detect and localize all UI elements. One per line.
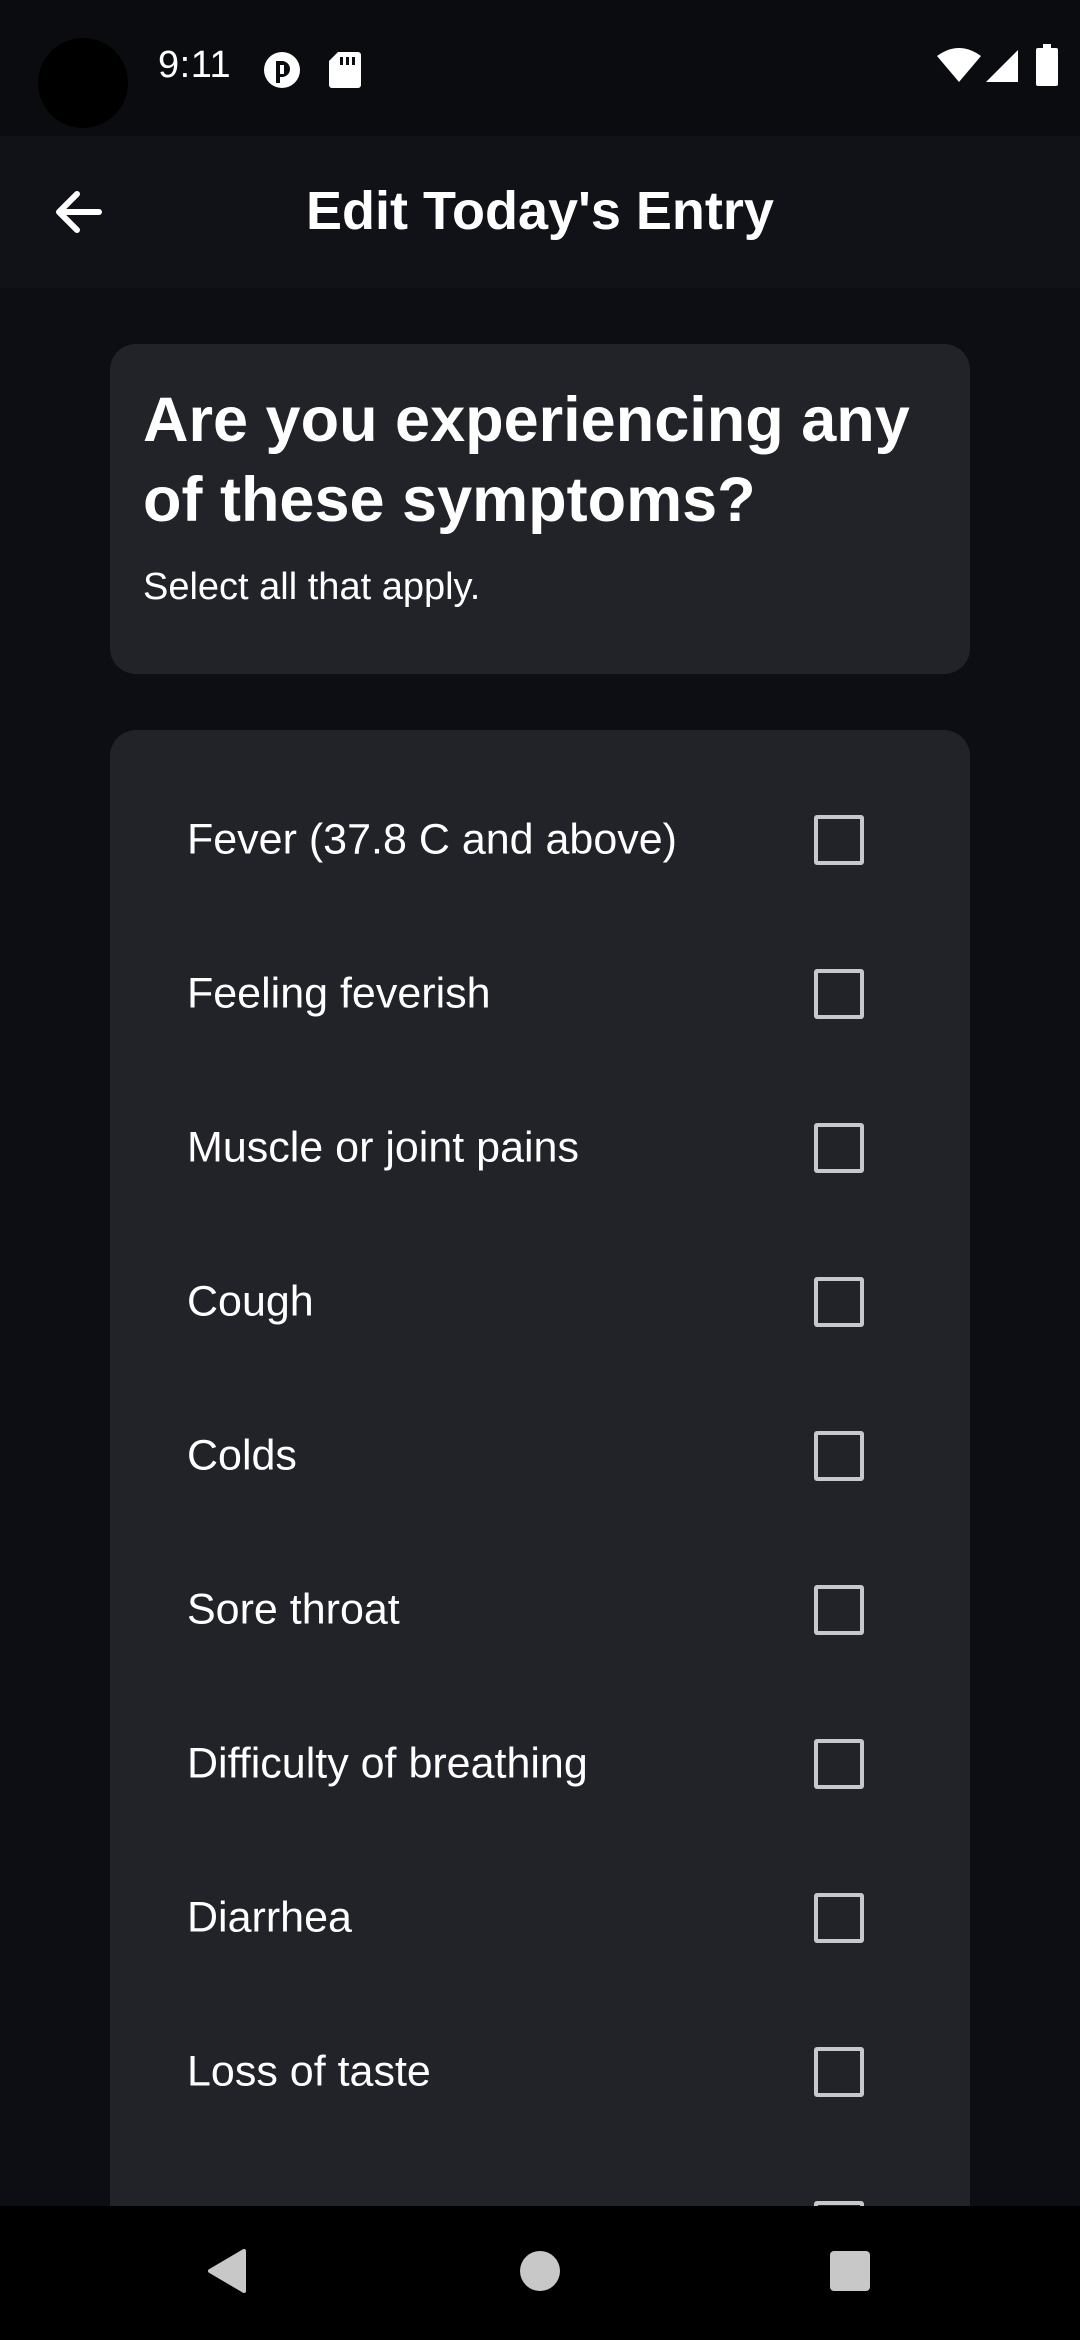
symptom-row-cough[interactable]: Cough — [110, 1225, 970, 1379]
symptom-row-colds[interactable]: Colds — [110, 1379, 970, 1533]
signal-icon — [984, 48, 1020, 89]
symptom-label: Sore throat — [187, 1585, 400, 1634]
symptom-label: Fever (37.8 C and above) — [187, 815, 677, 864]
symptom-row-loss-of-taste[interactable]: Loss of taste — [110, 1995, 970, 2149]
nav-back-button[interactable] — [166, 2206, 286, 2340]
symptom-row-partial[interactable] — [110, 2149, 970, 2206]
symptom-checkbox[interactable] — [814, 815, 864, 865]
symptom-row-muscle-joint-pains[interactable]: Muscle or joint pains — [110, 1071, 970, 1225]
back-triangle-icon — [204, 2247, 248, 2300]
symptom-checkbox[interactable] — [814, 1123, 864, 1173]
symptom-row-sore-throat[interactable]: Sore throat — [110, 1533, 970, 1687]
symptom-label: Diarrhea — [187, 1893, 352, 1942]
app-bar: Edit Today's Entry — [0, 136, 1080, 288]
status-bar: 9:11 — [0, 0, 1080, 136]
system-nav-bar — [0, 2206, 1080, 2340]
wifi-icon — [936, 48, 982, 89]
symptom-row-feeling-feverish[interactable]: Feeling feverish — [110, 917, 970, 1071]
symptom-label: Colds — [187, 1431, 297, 1480]
content-scroll-area[interactable]: Are you experiencing any of these sympto… — [0, 288, 1080, 2206]
sd-card-icon — [328, 50, 362, 95]
symptom-checkbox[interactable] — [814, 1893, 864, 1943]
symptom-label: Difficulty of breathing — [187, 1739, 588, 1788]
symptom-checkbox[interactable] — [814, 2047, 864, 2097]
symptom-checkbox[interactable] — [814, 1277, 864, 1327]
symptom-label: Feeling feverish — [187, 969, 491, 1018]
symptom-row-diarrhea[interactable]: Diarrhea — [110, 1841, 970, 1995]
symptom-label: Muscle or joint pains — [187, 1123, 579, 1172]
home-circle-icon — [518, 2249, 562, 2298]
camera-cutout — [38, 38, 128, 128]
symptom-checkbox[interactable] — [814, 1431, 864, 1481]
question-card: Are you experiencing any of these sympto… — [110, 344, 970, 674]
sync-icon — [262, 50, 302, 95]
symptom-row-difficulty-breathing[interactable]: Difficulty of breathing — [110, 1687, 970, 1841]
status-time: 9:11 — [158, 44, 232, 86]
symptom-checkbox[interactable] — [814, 1739, 864, 1789]
symptom-label: Cough — [187, 1277, 314, 1326]
battery-icon — [1036, 44, 1058, 91]
nav-recents-button[interactable] — [790, 2206, 910, 2340]
symptom-list-card: Fever (37.8 C and above) Feeling feveris… — [110, 730, 970, 2206]
symptom-checkbox[interactable] — [814, 969, 864, 1019]
nav-home-button[interactable] — [480, 2206, 600, 2340]
question-title: Are you experiencing any of these sympto… — [143, 385, 910, 535]
symptom-label: Loss of taste — [187, 2047, 431, 2096]
question-subtitle: Select all that apply. — [143, 566, 481, 608]
symptom-checkbox[interactable] — [814, 1585, 864, 1635]
symptom-row-fever[interactable]: Fever (37.8 C and above) — [110, 763, 970, 917]
page-title: Edit Today's Entry — [306, 181, 774, 241]
recents-square-icon — [828, 2249, 872, 2298]
